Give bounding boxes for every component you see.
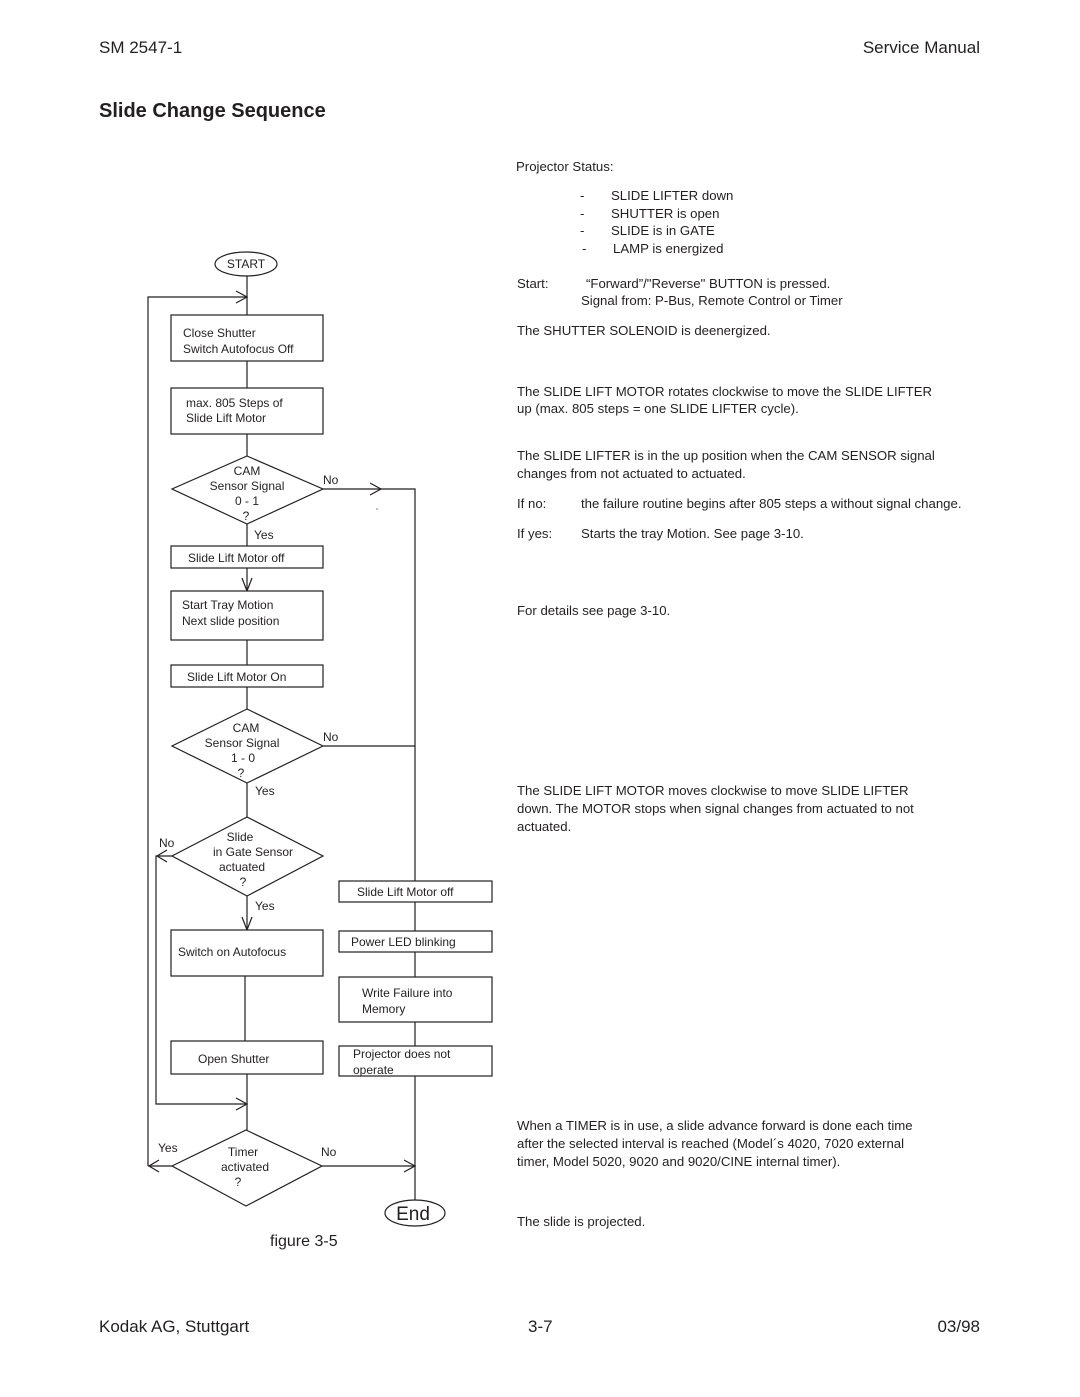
decision-text: actuated	[219, 860, 265, 874]
status-item: SLIDE is in GATE	[611, 223, 715, 238]
decision-text: CAM	[234, 464, 261, 478]
box-text: Next slide position	[182, 614, 279, 628]
decision-text: ?	[238, 766, 245, 780]
start-terminal: START	[214, 251, 278, 277]
lift-motor-up-line-2: up (max. 805 steps = one SLIDE LIFTER cy…	[517, 401, 799, 416]
status-bullet: -	[580, 206, 585, 221]
status-bullet: -	[582, 241, 587, 256]
box-text: Switch Autofocus Off	[183, 342, 294, 356]
decision-text: in Gate Sensor	[213, 845, 293, 859]
dot-mark	[376, 508, 378, 510]
box-text: Slide Lift Motor On	[187, 670, 286, 684]
no-label: No	[159, 836, 175, 850]
status-item: SLIDE LIFTER down	[611, 188, 734, 203]
lifter-up-line-2: changes from not actuated to actuated.	[517, 466, 746, 481]
decision-text: Sensor Signal	[205, 736, 280, 750]
if-no-label: If no:	[517, 496, 547, 511]
timer-note-line-3: timer, Model 5020, 9020 and 9020/CINE in…	[517, 1154, 841, 1169]
details-text: For details see page 3-10.	[517, 603, 671, 618]
flowchart: START Close Shutter Switch Autofocus Off…	[147, 251, 493, 1227]
decision-text: CAM	[233, 721, 260, 735]
yes-label: Yes	[254, 528, 274, 542]
shutter-solenoid-text: The SHUTTER SOLENOID is deenergized.	[517, 323, 771, 338]
end-terminal: End	[384, 1199, 446, 1227]
footer-date: 03/98	[937, 1317, 980, 1336]
decision-text: ?	[235, 1175, 242, 1189]
projector-status-label: Projector Status:	[516, 159, 614, 174]
timer-note-line-2: after the selected interval is reached (…	[517, 1136, 905, 1151]
decision-text: ?	[243, 509, 250, 523]
no-label: No	[323, 473, 339, 487]
lift-motor-down-line-3: actuated.	[517, 819, 572, 834]
decision-text: Sensor Signal	[210, 479, 285, 493]
if-yes-label: If yes:	[517, 526, 553, 541]
yes-label: Yes	[255, 899, 275, 913]
end-label: End	[396, 1204, 430, 1225]
decision-text: 0 - 1	[235, 494, 259, 508]
figure-caption: figure 3-5	[270, 1233, 338, 1250]
yes-label: Yes	[158, 1141, 178, 1155]
box-text: Start Tray Motion	[182, 598, 273, 612]
lift-motor-down-line-2: down. The MOTOR stops when signal change…	[517, 801, 914, 816]
if-no-text: the failure routine begins after 805 ste…	[581, 496, 962, 511]
footer-company: Kodak AG, Stuttgart	[99, 1317, 250, 1336]
lift-motor-up-line-1: The SLIDE LIFT MOTOR rotates clockwise t…	[517, 384, 933, 399]
no-label: No	[323, 730, 339, 744]
box-text: Slide Lift Motor off	[188, 551, 285, 565]
box-text: Close Shutter	[183, 326, 256, 340]
start-label: Start:	[517, 276, 549, 291]
box-text: Open Shutter	[198, 1052, 269, 1066]
timer-note-line-1: When a TIMER is in use, a slide advance …	[517, 1118, 913, 1133]
box-text: Slide Lift Motor off	[357, 885, 454, 899]
if-yes-text: Starts the tray Motion. See page 3-10.	[581, 526, 804, 541]
no-label: No	[321, 1145, 337, 1159]
status-bullet: -	[580, 223, 585, 238]
yes-label: Yes	[255, 784, 275, 798]
footer-page-number: 3-7	[528, 1317, 553, 1336]
box-text: Switch on Autofocus	[178, 945, 286, 959]
lifter-up-line-1: The SLIDE LIFTER is in the up position w…	[517, 448, 935, 463]
box-text: Slide Lift Motor	[186, 411, 266, 425]
box-text: Write Failure into	[362, 986, 453, 1000]
box-text: Memory	[362, 1002, 405, 1016]
projected-text: The slide is projected.	[517, 1214, 646, 1229]
box-text: Projector does not	[353, 1047, 451, 1061]
decision-text: 1 - 0	[231, 751, 255, 765]
box-text: max. 805 Steps of	[186, 396, 283, 410]
decision-text: Slide	[227, 830, 254, 844]
status-item: LAMP is energized	[613, 241, 724, 256]
start-label: START	[227, 257, 266, 271]
status-item: SHUTTER is open	[611, 206, 720, 221]
box-text: operate	[353, 1063, 394, 1077]
decision-text: ?	[240, 875, 247, 889]
start-line-1: “Forward”/"Reverse" BUTTON is pressed.	[586, 276, 831, 291]
box-text: Power LED blinking	[351, 935, 456, 949]
decision-text: Timer	[228, 1145, 258, 1159]
start-line-2: Signal from: P-Bus, Remote Control or Ti…	[581, 293, 843, 308]
lift-motor-down-line-1: The SLIDE LIFT MOTOR moves clockwise to …	[517, 783, 909, 798]
decision-text: activated	[221, 1160, 269, 1174]
status-bullet: -	[580, 188, 585, 203]
